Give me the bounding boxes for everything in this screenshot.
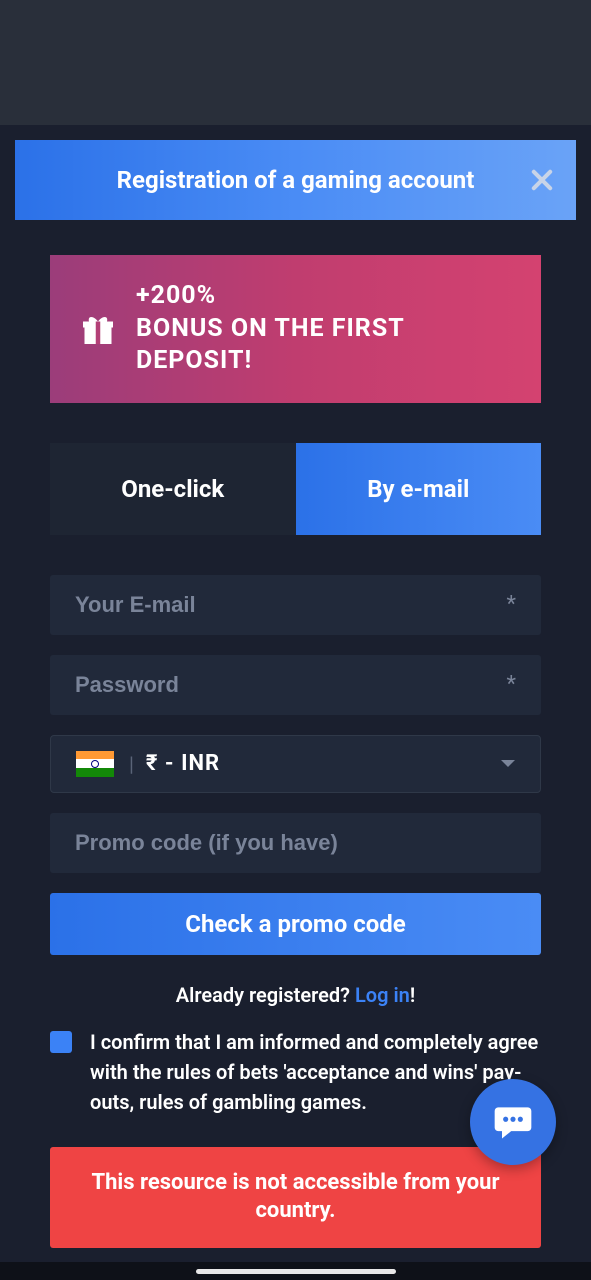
required-mark: * <box>507 592 516 617</box>
registration-form: * * | ₹ - INR Check a promo code <box>50 575 541 1280</box>
promo-input[interactable] <box>75 830 516 856</box>
home-indicator <box>196 1269 396 1274</box>
chat-fab[interactable] <box>470 1079 556 1165</box>
bonus-text: +200% BONUS ON THE FIRST DEPOSIT! <box>136 280 511 378</box>
promo-row <box>50 813 541 873</box>
password-row: * <box>50 655 541 715</box>
tab-by-email[interactable]: By e-mail <box>296 443 542 535</box>
chat-icon <box>491 1100 535 1144</box>
login-suffix: ! <box>410 983 415 1007</box>
required-mark: * <box>507 672 516 697</box>
bonus-description: BONUS ON THE FIRST DEPOSIT! <box>136 313 511 378</box>
gift-icon <box>80 311 116 347</box>
login-line: Already registered? Log in! <box>50 983 541 1007</box>
modal-header: Registration of a gaming account <box>15 140 576 220</box>
bonus-banner: +200% BONUS ON THE FIRST DEPOSIT! <box>50 255 541 403</box>
flag-india-icon <box>76 751 114 777</box>
email-input[interactable] <box>75 592 516 618</box>
login-link[interactable]: Log in <box>355 983 410 1007</box>
chevron-down-icon <box>501 760 515 767</box>
currency-label: ₹ - INR <box>146 751 220 776</box>
password-input[interactable] <box>75 672 516 698</box>
status-area <box>0 0 591 125</box>
close-button[interactable] <box>526 164 558 196</box>
consent-row: I confirm that I am informed and complet… <box>50 1027 541 1117</box>
email-row: * <box>50 575 541 635</box>
country-error-banner: This resource is not accessible from you… <box>50 1147 541 1248</box>
login-prefix: Already registered? <box>176 983 355 1007</box>
currency-selector[interactable]: | ₹ - INR <box>50 735 541 793</box>
consent-checkbox[interactable] <box>50 1031 72 1053</box>
check-promo-button[interactable]: Check a promo code <box>50 893 541 955</box>
bonus-percent: +200% <box>136 280 511 313</box>
modal-title: Registration of a gaming account <box>117 166 475 194</box>
registration-tabs: One-click By e-mail <box>50 443 541 535</box>
tab-one-click[interactable]: One-click <box>50 443 296 535</box>
separator: | <box>129 752 134 776</box>
close-icon <box>528 166 556 194</box>
